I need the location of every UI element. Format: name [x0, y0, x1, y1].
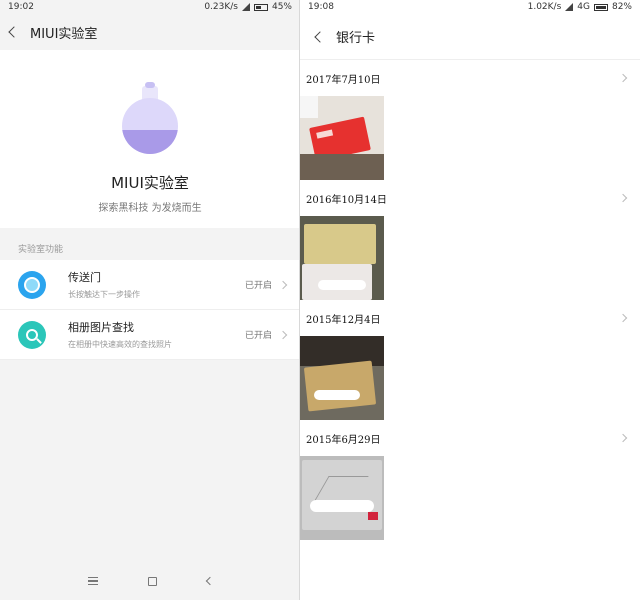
photo-thumbnail[interactable] — [300, 96, 384, 180]
group-date: 2016年10月14日 — [306, 194, 387, 206]
signal-icon — [565, 3, 574, 11]
battery-icon — [593, 3, 608, 11]
feature-title: 传送门 — [68, 271, 101, 284]
group-header[interactable]: 2015年12月4日 — [300, 300, 640, 336]
photo-thumbnail[interactable] — [300, 216, 384, 300]
battery-percent: 45% — [271, 2, 292, 12]
feature-item-photo-search[interactable]: 相册图片查找 在相册中快速高效的查找照片 已开启 — [0, 310, 300, 360]
photo-group: 2015年12月4日 — [300, 300, 640, 420]
page-title: MIUI实验室 — [30, 26, 98, 42]
group-header[interactable]: 2017年7月10日 — [300, 60, 640, 96]
feature-subtitle: 在相册中快速高效的查找照片 — [68, 340, 172, 349]
back-icon[interactable] — [314, 30, 326, 43]
group-date: 2017年7月10日 — [306, 74, 381, 86]
status-bar: 19:08 1.02K/s 4G 82% — [300, 0, 640, 14]
lab-title: MIUI实验室 — [111, 174, 189, 192]
section-label: 实验室功能 — [18, 245, 64, 255]
portal-icon — [18, 270, 46, 299]
battery-icon — [253, 3, 268, 11]
network-type: 4G — [577, 2, 590, 12]
group-header[interactable]: 2016年10月14日 — [300, 180, 640, 216]
feature-status: 已开启 — [244, 281, 272, 291]
feature-title: 相册图片查找 — [68, 321, 134, 334]
magnifier-icon — [18, 320, 46, 349]
chevron-right-icon — [618, 433, 628, 443]
page-title: 银行卡 — [336, 31, 376, 46]
group-date: 2015年6月29日 — [306, 434, 381, 446]
back-nav-icon[interactable] — [205, 576, 214, 586]
battery-percent: 82% — [611, 2, 632, 12]
flask-icon — [112, 82, 188, 158]
feature-subtitle: 长按触达下一步操作 — [68, 290, 140, 299]
menu-icon[interactable] — [87, 577, 98, 585]
chevron-right-icon — [618, 73, 628, 83]
status-time: 19:08 — [308, 2, 334, 12]
status-time: 19:02 — [8, 2, 34, 12]
lab-banner: MIUI实验室 探索黑科技 为发烧而生 — [0, 50, 300, 228]
signal-icon — [241, 3, 250, 11]
photo-group: 2016年10月14日 — [300, 180, 640, 300]
feature-status: 已开启 — [244, 331, 272, 341]
status-bar: 19:02 0.23K/s 45% — [0, 0, 300, 14]
lab-subtitle: 探索黑科技 为发烧而生 — [98, 203, 202, 214]
network-speed: 0.23K/s — [204, 2, 238, 12]
miui-lab-screen: 19:02 0.23K/s 45% MIUI实验室 MIUI实验室 探索黑科技 … — [0, 0, 300, 600]
feature-list: 传送门 长按触达下一步操作 已开启 相册图片查找 在相册中快速高效的查找照片 已… — [0, 260, 300, 360]
chevron-right-icon — [278, 280, 288, 289]
photo-group: 2017年7月10日 — [300, 60, 640, 180]
home-icon[interactable] — [147, 576, 157, 586]
photo-thumbnail[interactable] — [300, 336, 384, 420]
photo-group: 2015年6月29日 — [300, 420, 640, 540]
network-speed: 1.02K/s — [527, 2, 562, 12]
photo-thumbnail[interactable] — [300, 456, 384, 540]
chevron-right-icon — [278, 330, 288, 339]
chevron-right-icon — [618, 193, 628, 203]
feature-item-portal[interactable]: 传送门 长按触达下一步操作 已开启 — [0, 260, 300, 310]
group-header[interactable]: 2015年6月29日 — [300, 420, 640, 456]
header: MIUI实验室 — [0, 14, 300, 50]
group-date: 2015年12月4日 — [306, 314, 381, 326]
system-nav-bar — [0, 562, 300, 600]
chevron-right-icon — [618, 313, 628, 323]
back-icon[interactable] — [8, 26, 20, 38]
header: 银行卡 — [300, 14, 640, 60]
bank-card-album-screen: 19:08 1.02K/s 4G 82% 银行卡 2017年7月10日 2016… — [300, 0, 640, 600]
